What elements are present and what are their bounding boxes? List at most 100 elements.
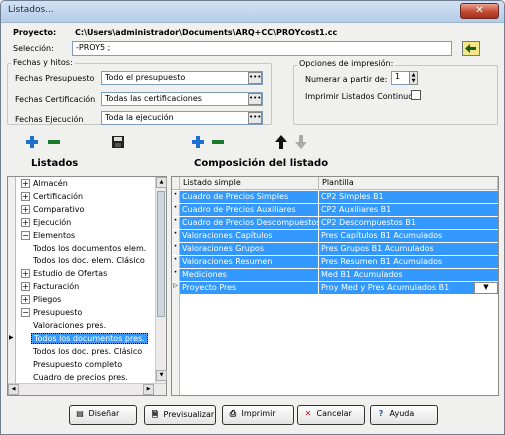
tree-row[interactable]: + Comparativo <box>17 204 154 216</box>
grid-cell-listado[interactable]: Cuadro de Precios Auxiliares <box>180 204 319 216</box>
cancelar-label: Cancelar <box>316 409 352 418</box>
remove-listado-button[interactable] <box>47 135 61 149</box>
design-icon: ▤ <box>76 409 84 418</box>
tree-row[interactable]: + Facturación <box>17 281 154 293</box>
tree-hscroll[interactable]: ◀ ▶ <box>8 383 166 395</box>
tree-row[interactable]: Valoraciones pres. <box>17 320 154 332</box>
tree-row[interactable]: Cuadro de precios pres. <box>17 372 154 384</box>
tree-row-label: Estudio de Ofertas <box>33 269 108 279</box>
grid-cell-plantilla[interactable]: CP2 Auxiliares B1 <box>319 204 498 216</box>
disenar-label: Diseñar <box>88 409 120 418</box>
tree-row[interactable]: − Elementos <box>17 230 154 242</box>
printer-icon: ⎙ <box>229 409 237 418</box>
grid-cell-listado[interactable]: Cuadro de Precios Descompuestos <box>180 217 319 229</box>
tree-row[interactable]: + Estudio de Ofertas <box>17 268 154 280</box>
tree-expand-icon[interactable]: + <box>21 179 30 188</box>
grid-header-plantilla[interactable]: Plantilla <box>319 177 498 190</box>
save-listado-button[interactable] <box>111 135 125 149</box>
fechas-certificacion-field[interactable]: Todas las certificaciones <box>101 92 263 106</box>
grid-cell-listado[interactable]: Proyecto Pres <box>180 282 319 294</box>
grid-cell-listado[interactable]: Valoraciones Grupos <box>180 243 319 255</box>
fechas-ejecucion-dots-button[interactable]: ••• <box>248 112 262 124</box>
fechas-presupuesto-dots-button[interactable]: ••• <box>248 72 262 84</box>
scroll-down-button[interactable]: ▼ <box>156 370 167 381</box>
scroll-up-button[interactable]: ▲ <box>156 177 167 188</box>
grid-cell-plantilla[interactable]: CP2 Simples B1 <box>319 191 498 203</box>
grid-cell-plantilla[interactable]: CP2 Descompuestos B1 <box>319 217 498 229</box>
tree-expand-icon[interactable]: + <box>21 269 30 279</box>
ayuda-button[interactable]: ? Ayuda <box>370 405 438 425</box>
grid-cell-listado[interactable]: Valoraciones Resumen <box>180 256 319 268</box>
tree-row[interactable]: Todos los documentos pres. <box>17 332 154 345</box>
tree-row[interactable]: + Pliegos <box>17 294 154 306</box>
scroll-left-button[interactable]: ◀ <box>8 384 19 395</box>
fechas-presupuesto-field[interactable]: Todo el presupuesto <box>101 71 263 85</box>
remove-composicion-button[interactable] <box>211 135 225 149</box>
move-down-button[interactable] <box>294 134 308 150</box>
listados-dialog: Listados... ✕ Proyecto: C:\Users\adminis… <box>0 0 505 435</box>
add-composicion-button[interactable] <box>191 135 205 149</box>
fechas-certificacion-dots-button[interactable]: ••• <box>248 93 262 105</box>
grid-cell-plantilla[interactable]: Pres Resumen B1 Acumulados <box>319 256 498 268</box>
tree-row-label: Facturación <box>33 282 80 292</box>
previsualizar-button[interactable]: 🗎 Previsualizar <box>144 405 216 425</box>
cancelar-button[interactable]: ✕ Cancelar <box>297 405 365 425</box>
tree-collapse-icon[interactable]: − <box>21 230 30 240</box>
tree-row[interactable]: + Certificación <box>17 191 154 203</box>
grid-corner <box>172 177 180 190</box>
tree-row-label: Pliegos <box>33 295 62 305</box>
tree-expand-icon[interactable]: + <box>21 217 30 227</box>
tree-expand-icon[interactable]: + <box>21 282 30 292</box>
grid-cell-listado[interactable]: Mediciones <box>180 269 319 281</box>
grid-cell-plantilla[interactable]: Pres Grupos B1 Acumulados <box>319 243 498 255</box>
tree-row[interactable]: − Presupuesto <box>17 307 154 319</box>
scroll-right-button[interactable]: ▶ <box>143 384 154 395</box>
project-path: C:\Users\administrador\Documents\ARQ+CC\… <box>75 28 338 37</box>
tree-indicator-column <box>8 177 16 383</box>
tree-vscroll[interactable]: ▲ ▼ <box>155 177 167 383</box>
selection-picker-button[interactable] <box>462 41 480 56</box>
grid-cell-listado[interactable]: Cuadro de Precios Simples <box>180 191 319 203</box>
grid-cell-plantilla[interactable]: Pres Capítulos B1 Acumulados <box>319 230 498 242</box>
grid-cell-plantilla[interactable]: Proy Med y Pres Acumulados B1 <box>319 282 474 294</box>
grid-cell-listado[interactable]: Valoraciones Capítulos <box>180 230 319 242</box>
tree-expand-icon[interactable]: + <box>21 295 30 305</box>
add-listado-button[interactable] <box>25 135 39 149</box>
move-up-button[interactable] <box>274 134 288 150</box>
tree-row[interactable]: Presupuesto completo <box>17 359 154 371</box>
tree-row-label: Todos los doc. elem. Clásico <box>33 256 145 266</box>
tree-row-label: Presupuesto <box>33 308 83 317</box>
plantilla-dropdown-icon[interactable]: ▼ <box>474 282 498 294</box>
tree-row-label: Cuadro de precios pres. <box>33 372 128 382</box>
grid-header-listado[interactable]: Listado simple <box>180 177 319 190</box>
row-bullet-icon: • <box>172 191 180 203</box>
tree-collapse-icon[interactable]: − <box>21 308 30 317</box>
scroll-thumb[interactable] <box>157 191 165 317</box>
close-button[interactable]: ✕ <box>460 3 499 19</box>
tree-row-label: Presupuesto completo <box>33 359 123 369</box>
selection-input[interactable]: -PROY5 ; <box>72 41 452 56</box>
numerar-spinner[interactable]: ▲ ▼ <box>409 71 418 85</box>
project-label: Proyecto: <box>13 28 57 37</box>
tree-expand-icon[interactable]: + <box>21 204 30 214</box>
tree-row[interactable]: Todos los doc. elem. Clásico <box>17 255 154 267</box>
grid-cell-plantilla[interactable]: Med B1 Acumulados <box>319 269 498 281</box>
continuos-checkbox[interactable] <box>411 90 421 100</box>
tree-expand-icon[interactable]: + <box>21 191 30 201</box>
save-icon <box>112 136 124 148</box>
fechas-ejecucion-field[interactable]: Toda la ejecución <box>101 111 263 125</box>
arrow-down-icon <box>295 135 307 149</box>
composicion-title: Composición del listado <box>194 158 329 169</box>
tree-row[interactable]: Todos los doc. pres. Clásico <box>17 346 154 358</box>
tree-row[interactable]: + Ejecución <box>17 217 154 229</box>
row-bullet-icon: • <box>172 230 180 242</box>
continuos-label: Imprimir Listados Continuos <box>305 92 418 101</box>
preview-icon: 🗎 <box>151 410 159 419</box>
tree-row[interactable]: + Almacén <box>17 178 154 190</box>
current-row-indicator-icon: ▶ <box>9 333 14 341</box>
selection-label: Selección: <box>13 44 54 53</box>
disenar-button[interactable]: ▤ Diseñar <box>69 405 137 425</box>
imprimir-button[interactable]: ⎙ Imprimir <box>222 405 294 425</box>
plus-icon <box>26 136 38 148</box>
tree-row[interactable]: Todos los documentos elem. <box>17 243 154 255</box>
